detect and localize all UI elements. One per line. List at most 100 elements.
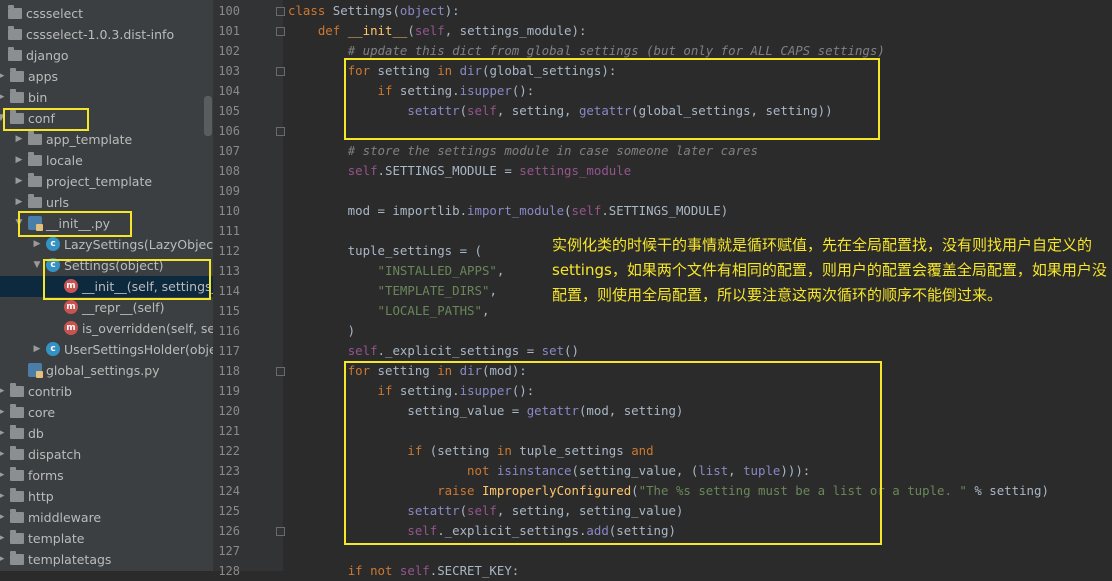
code-line[interactable]: raise ImproperlyConfigured("The %s setti… (288, 481, 1049, 501)
tree-item-global-settings-py[interactable]: global_settings.py (0, 360, 213, 381)
code-line[interactable]: setting_value = getattr(mod, setting) (288, 401, 683, 421)
code-line[interactable]: # store the settings module in case some… (288, 141, 758, 161)
expand-right-icon[interactable]: ▶ (0, 90, 6, 105)
tree-item-http[interactable]: ▶ http (0, 486, 213, 507)
expand-right-icon[interactable]: ▶ (0, 426, 6, 441)
tree-item-dispatch[interactable]: ▶ dispatch (0, 444, 213, 465)
expand-right-icon[interactable]: ▶ (14, 174, 24, 189)
code-line[interactable]: ) (288, 321, 355, 341)
code-line[interactable]: tuple_settings = ( (288, 241, 482, 261)
expand-right-icon[interactable]: ▶ (32, 342, 42, 357)
tree-item-forms[interactable]: ▶ forms (0, 465, 213, 486)
expand-right-icon[interactable]: ▶ (14, 195, 24, 210)
code-token: list (698, 463, 729, 478)
code-token: setting_value = (288, 403, 527, 418)
code-token: tuple_settings (519, 443, 632, 458)
code-token: ( (459, 103, 468, 118)
tree-item-db[interactable]: ▶ db (0, 423, 213, 444)
tree-item-template[interactable]: ▶ template (0, 528, 213, 549)
tree-item-core[interactable]: ▶ core (0, 402, 213, 423)
code-line[interactable]: for setting in dir(global_settings): (288, 61, 617, 81)
tree-item-label: templatetags (28, 552, 112, 567)
tree-item-usersettingsholder-object[interactable]: ▶ c UserSettingsHolder(object) (0, 339, 213, 360)
line-number: 121 (218, 424, 240, 438)
code-line[interactable]: for setting in dir(mod): (288, 361, 527, 381)
tree-item-init-py[interactable]: ▼ __init__.py (0, 213, 213, 234)
code-line[interactable]: if (setting in tuple_settings and (288, 441, 653, 461)
tree-item-project-template[interactable]: ▶ project_template (0, 171, 213, 192)
tree-item-conf[interactable]: ▼ conf (0, 108, 213, 129)
line-number: 105 (218, 104, 240, 118)
expand-right-icon[interactable]: ▶ (14, 153, 24, 168)
fold-marker-icon[interactable] (276, 7, 285, 16)
code-line[interactable]: def __init__(self, settings_module): (288, 21, 587, 41)
expand-right-icon[interactable]: ▶ (0, 531, 6, 546)
expand-down-icon[interactable]: ▼ (32, 258, 42, 273)
line-number: 116 (218, 324, 240, 338)
tree-item-locale[interactable]: ▶ locale (0, 150, 213, 171)
fold-marker-icon[interactable] (276, 527, 285, 536)
tree-item-label: locale (46, 153, 83, 168)
expand-right-icon[interactable]: ▶ (0, 405, 6, 420)
code-line[interactable]: if not self.SECRET_KEY: (288, 561, 520, 581)
code-token: settings_module (519, 163, 632, 178)
expand-right-icon[interactable]: ▶ (0, 468, 6, 483)
code-token: , setting, (496, 103, 579, 118)
tree-item-label: global_settings.py (46, 363, 160, 378)
sidebar-scrollbar[interactable] (204, 96, 212, 136)
tree-item-apps[interactable]: ▶ apps (0, 66, 213, 87)
code-line[interactable]: if setting.isupper(): (288, 81, 535, 101)
code-line[interactable]: setattr(self, setting, setting_value) (288, 501, 683, 521)
tree-item-is-overridden-self-setting[interactable]: m is_overridden(self, setting) (0, 318, 213, 339)
expand-right-icon[interactable]: ▶ (0, 510, 6, 525)
tree-item-middleware[interactable]: ▶ middleware (0, 507, 213, 528)
code-line[interactable]: not isinstance(setting_value, (list, tup… (288, 461, 810, 481)
expand-down-icon[interactable]: ▼ (14, 216, 24, 231)
tree-item-django[interactable]: django (0, 45, 213, 66)
code-token: ): (444, 3, 460, 18)
code-line[interactable]: "INSTALLED_APPS", (288, 261, 505, 281)
tree-item-lazysettings-lazyobject[interactable]: ▶ c LazySettings(LazyObject) (0, 234, 213, 255)
code-line[interactable]: self._explicit_settings.add(setting) (288, 521, 676, 541)
tree-item-init-self-settings-module[interactable]: m __init__(self, settings_module) (0, 276, 213, 297)
tree-item-label: apps (28, 69, 59, 84)
tree-item-urls[interactable]: ▶ urls (0, 192, 213, 213)
fold-marker-icon[interactable] (276, 127, 285, 136)
code-line[interactable]: # update this dict from global settings … (288, 41, 885, 61)
tree-item-label: __init__.py (46, 216, 111, 231)
tree-item-repr-self[interactable]: m __repr__(self) (0, 297, 213, 318)
method-icon: m (64, 321, 78, 335)
tree-item-bin[interactable]: ▶ bin (0, 87, 213, 108)
tree-item-app-template[interactable]: ▶ app_template (0, 129, 213, 150)
expand-right-icon[interactable]: ▶ (14, 132, 24, 147)
code-line[interactable]: self._explicit_settings = set() (288, 341, 579, 361)
code-line[interactable]: "LOCALE_PATHS", (288, 301, 490, 321)
expand-right-icon[interactable]: ▶ (0, 489, 6, 504)
expand-right-icon[interactable]: ▶ (0, 69, 6, 84)
project-tree[interactable]: cssselect cssselect-1.0.3.dist-info django… (0, 0, 213, 571)
code-line[interactable]: mod = importlib.import_module(self.SETTI… (288, 201, 729, 221)
tree-item-contrib[interactable]: ▶ contrib (0, 381, 213, 402)
expand-down-icon[interactable]: ▼ (0, 111, 6, 126)
expand-right-icon[interactable]: ▶ (32, 237, 42, 252)
code-token: import_module (467, 203, 565, 218)
folder-icon (10, 551, 24, 565)
fold-marker-icon[interactable] (276, 27, 285, 36)
tree-item-cssselect-1-0-3-dist-info[interactable]: cssselect-1.0.3.dist-info (0, 24, 213, 45)
tree-item-cssselect[interactable]: cssselect (0, 3, 213, 24)
expand-right-icon[interactable]: ▶ (0, 447, 6, 462)
code-line[interactable]: setattr(self, setting, getattr(global_se… (288, 101, 832, 121)
expand-right-icon[interactable]: ▶ (0, 384, 6, 399)
code-line[interactable]: self.SETTINGS_MODULE = settings_module (288, 161, 632, 181)
code-line[interactable]: if setting.isupper(): (288, 381, 535, 401)
tree-item-templatetags[interactable]: ▶ templatetags (0, 549, 213, 570)
line-number: 114 (218, 284, 240, 298)
expand-right-icon[interactable]: ▶ (0, 552, 6, 567)
fold-marker-icon[interactable] (276, 367, 285, 376)
tree-item-settings-object[interactable]: ▼ c Settings(object) (0, 255, 213, 276)
code-line[interactable]: class Settings(object): (288, 1, 460, 21)
fold-marker-icon[interactable] (276, 67, 285, 76)
code-line[interactable]: "TEMPLATE_DIRS", (288, 281, 497, 301)
code-token: class (288, 3, 333, 18)
